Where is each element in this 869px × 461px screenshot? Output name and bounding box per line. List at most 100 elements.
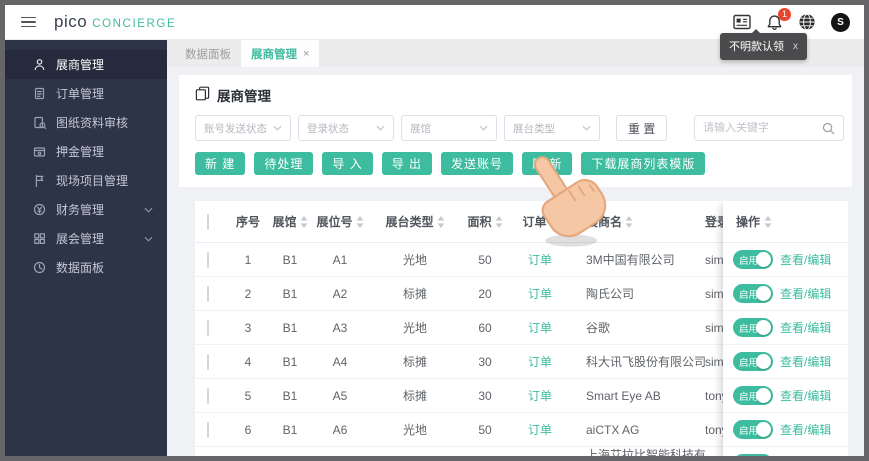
row-checkbox[interactable] <box>207 387 209 404</box>
filter-select[interactable]: 账号发送状态 <box>195 115 291 141</box>
sidebar-item-label: 押金管理 <box>56 145 105 159</box>
enable-toggle[interactable]: 启用 <box>733 250 773 269</box>
sidebar-item[interactable]: 图纸资料审核 <box>5 108 167 137</box>
view-edit-link[interactable]: 查看/编辑 <box>780 319 831 336</box>
cell-company: 陶氏公司 <box>586 287 635 301</box>
tab[interactable]: 展商管理 × <box>241 40 320 67</box>
search-icon[interactable] <box>822 122 835 135</box>
view-edit-link[interactable]: 查看/编辑 <box>780 353 831 370</box>
view-edit-link[interactable]: 查看/编辑 <box>780 421 831 438</box>
sidebar-item-label: 图纸资料审核 <box>56 116 129 130</box>
sidebar-item-label: 财务管理 <box>56 203 105 217</box>
action-button[interactable]: 新 建 <box>195 152 246 175</box>
cell-area: 50 <box>478 252 492 267</box>
action-button[interactable]: 刷 新 <box>522 152 573 175</box>
cell-order: 订单 <box>507 319 573 336</box>
enable-toggle[interactable]: 启用 <box>733 420 773 439</box>
enable-toggle[interactable]: 启用 <box>733 454 773 456</box>
toggle-knob <box>756 388 771 403</box>
select-all-checkbox[interactable] <box>207 213 209 230</box>
action-button[interactable]: 待处理 <box>254 152 314 175</box>
tab-label: 展商管理 <box>251 48 297 61</box>
action-button[interactable]: 导 出 <box>381 152 433 175</box>
order-link[interactable]: 订单 <box>528 421 552 438</box>
row-checkbox-cell <box>195 387 229 404</box>
cell-order: 订单 <box>507 353 573 370</box>
view-edit-link[interactable]: 查看/编辑 <box>780 387 831 404</box>
claim-tooltip: 不明款认领 x <box>720 29 807 60</box>
cell-hall: B1 <box>282 320 298 335</box>
order-link[interactable]: 订单 <box>528 285 552 302</box>
sidebar-item[interactable]: 押金管理 <box>5 137 167 166</box>
cell-type: 标摊 <box>402 355 427 369</box>
tab-close-icon[interactable]: × <box>303 48 309 60</box>
chevron-down-icon <box>144 207 153 213</box>
cell-company: 3M中国有限公司 <box>586 253 675 267</box>
order-link[interactable]: 订单 <box>528 251 552 268</box>
sort-icon[interactable] <box>550 215 558 228</box>
sidebar-item[interactable]: 财务管理 <box>5 195 167 224</box>
cell-booth: A6 <box>332 422 348 437</box>
order-link[interactable]: 订单 <box>528 319 552 336</box>
cell-order: 订单 <box>507 251 573 268</box>
sort-icon[interactable] <box>437 215 445 228</box>
operations-row: 启用查看/编辑 <box>723 379 848 413</box>
sort-icon[interactable] <box>625 215 633 228</box>
exhibition-icon <box>33 232 46 245</box>
sort-icon[interactable] <box>495 215 503 228</box>
sort-icon[interactable] <box>300 215 308 228</box>
enable-toggle[interactable]: 启用 <box>733 284 773 303</box>
chevron-down-icon <box>144 236 153 242</box>
column-header: 展位号 <box>313 213 367 230</box>
hamburger-menu-icon[interactable] <box>21 16 36 28</box>
enable-toggle[interactable]: 启用 <box>733 386 773 405</box>
row-checkbox[interactable] <box>207 421 209 438</box>
toggle-knob <box>756 252 771 267</box>
row-checkbox[interactable] <box>207 285 209 302</box>
drawing-review-icon <box>33 116 46 129</box>
toggle-knob <box>756 354 771 369</box>
view-edit-link[interactable]: 查看/编辑 <box>780 455 831 456</box>
user-avatar[interactable]: S <box>831 12 850 32</box>
action-button[interactable]: 下载展商列表模版 <box>581 152 706 175</box>
view-edit-link[interactable]: 查看/编辑 <box>780 285 831 302</box>
sidebar-item[interactable]: 数据面板 <box>5 253 167 282</box>
filter-select[interactable]: 登录状态 <box>298 115 394 141</box>
deposit-icon <box>33 145 46 158</box>
sidebar-item-label: 现场项目管理 <box>56 174 129 188</box>
sidebar-item[interactable]: 展商管理 <box>5 50 167 79</box>
view-edit-link[interactable]: 查看/编辑 <box>780 251 831 268</box>
cell-hall: B1 <box>282 286 298 301</box>
sidebar-item[interactable]: 订单管理 <box>5 79 167 108</box>
enable-toggle[interactable]: 启用 <box>733 318 773 337</box>
row-checkbox-cell <box>195 251 229 268</box>
sidebar-item[interactable]: 现场项目管理 <box>5 166 167 195</box>
sidebar-item[interactable]: 展会管理 <box>5 224 167 253</box>
bell-icon[interactable]: 1 <box>766 7 791 31</box>
cell-booth: A5 <box>332 388 348 403</box>
filter-select[interactable]: 展馆 <box>401 115 497 141</box>
keyword-search-input[interactable] <box>703 122 822 134</box>
tab[interactable]: 数据面板 <box>175 40 241 67</box>
globe-icon[interactable] <box>798 13 816 31</box>
action-button[interactable]: 发送账号 <box>441 152 514 175</box>
enable-toggle[interactable]: 启用 <box>733 352 773 371</box>
reset-button[interactable]: 重 置 <box>616 115 668 141</box>
order-link[interactable]: 订单 <box>528 353 552 370</box>
action-button[interactable]: 导 入 <box>322 152 373 175</box>
cell-empty <box>313 447 367 456</box>
sidebar-item-label: 数据面板 <box>56 261 105 275</box>
row-checkbox-cell <box>195 353 229 370</box>
sort-icon[interactable] <box>356 215 364 228</box>
row-checkbox[interactable] <box>207 319 209 336</box>
chevron-down-icon <box>582 125 591 131</box>
tooltip-close-icon[interactable]: x <box>793 41 798 52</box>
column-header: 序号 <box>229 213 267 230</box>
row-checkbox[interactable] <box>207 251 209 268</box>
filter-select[interactable]: 展台类型 <box>504 115 600 141</box>
claim-card-icon[interactable] <box>733 14 751 30</box>
order-link[interactable]: 订单 <box>528 387 552 404</box>
row-checkbox[interactable] <box>207 353 209 370</box>
row-checkbox-cell <box>195 319 229 336</box>
sort-icon[interactable] <box>764 215 772 228</box>
